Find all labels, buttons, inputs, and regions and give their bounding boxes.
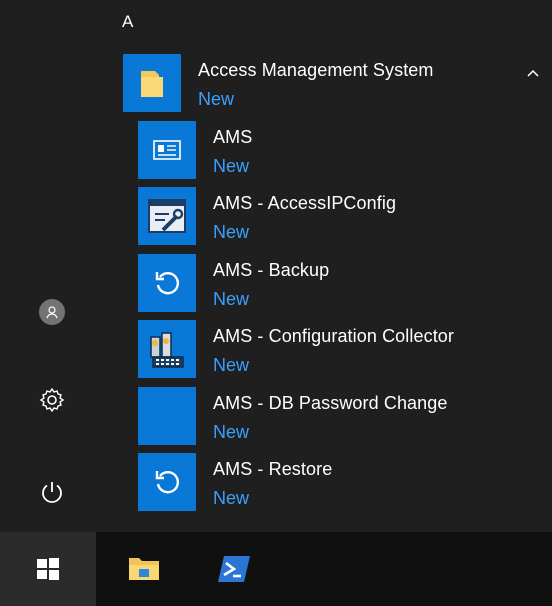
- settings-icon: [39, 387, 65, 413]
- config-wrench-icon: [148, 199, 186, 233]
- start-menu-rail: [8, 0, 96, 532]
- app-name: AMS - AccessIPConfig: [213, 193, 397, 213]
- app-name: AMS - DB Password Change: [213, 393, 448, 413]
- powershell-button[interactable]: [190, 532, 278, 606]
- start-button[interactable]: [0, 532, 96, 606]
- new-badge: New: [213, 289, 250, 309]
- app-name: AMS - Restore: [213, 459, 333, 479]
- chevron-up-icon[interactable]: [526, 66, 540, 80]
- backup-icon: [155, 272, 179, 295]
- app-item-ams-accessipconfig[interactable]: AMS - AccessIPConfig New: [96, 187, 552, 249]
- app-item-ams-restore[interactable]: AMS - Restore New: [96, 453, 552, 515]
- ams-tile: [138, 121, 196, 179]
- new-badge: New: [213, 156, 250, 176]
- new-badge: New: [213, 422, 250, 442]
- app-list: A Access Management System New AMS New A…: [96, 0, 552, 532]
- new-badge: New: [213, 355, 250, 375]
- group-title: Access Management System: [198, 60, 434, 80]
- accessipconfig-tile: [138, 187, 196, 245]
- app-item-ams-backup[interactable]: AMS - Backup New: [96, 254, 552, 316]
- app-name: AMS - Backup: [213, 260, 330, 280]
- app-item-ams-db-password-change[interactable]: AMS - DB Password Change New: [96, 387, 552, 449]
- configuration-collector-tile: [138, 320, 196, 378]
- blank-tile: [138, 387, 196, 445]
- app-item-ams-configuration-collector[interactable]: AMS - Configuration Collector New: [96, 320, 552, 382]
- windows-start-icon: [37, 558, 59, 580]
- app-name: AMS - Configuration Collector: [213, 326, 454, 346]
- new-badge: New: [213, 488, 250, 508]
- restore-tile: [138, 453, 196, 511]
- settings-button[interactable]: [34, 382, 70, 418]
- power-icon: [42, 482, 62, 503]
- section-header-letter[interactable]: A: [122, 12, 133, 32]
- user-icon: [39, 299, 65, 325]
- backup-tile: [138, 254, 196, 312]
- new-badge: New: [213, 222, 250, 242]
- power-button[interactable]: [34, 474, 70, 510]
- config-collector-icon: [150, 332, 184, 368]
- id-card-icon: [153, 140, 181, 160]
- folder-tile: [123, 54, 181, 112]
- app-item-ams[interactable]: AMS New: [96, 121, 552, 183]
- restore-icon: [155, 471, 179, 494]
- group-new-badge: New: [198, 89, 235, 109]
- group-access-management-system[interactable]: Access Management System New: [96, 54, 552, 116]
- taskbar: [0, 532, 552, 606]
- powershell-icon: [218, 556, 250, 582]
- user-account-button[interactable]: [34, 294, 70, 330]
- app-name: AMS: [213, 127, 253, 147]
- file-explorer-button[interactable]: [100, 532, 188, 606]
- folder-icon: [141, 71, 163, 97]
- file-explorer-icon: [129, 558, 159, 580]
